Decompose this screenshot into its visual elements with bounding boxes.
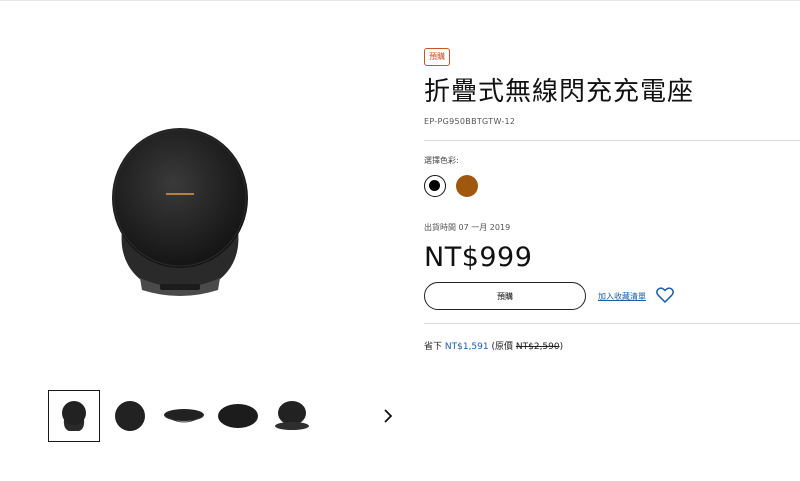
section-divider xyxy=(424,140,800,141)
top-divider xyxy=(0,0,800,1)
color-label: 選擇色彩: xyxy=(424,156,459,165)
section-divider xyxy=(424,323,800,324)
original-price-prefix: (原價 xyxy=(491,342,514,352)
heart-icon[interactable] xyxy=(656,287,674,303)
thumbnail-image xyxy=(218,404,258,428)
thumbnail-image xyxy=(62,401,86,431)
color-swatch-brown[interactable] xyxy=(456,175,478,197)
thumbnail-5[interactable] xyxy=(266,390,318,442)
add-to-wishlist-link[interactable]: 加入收藏清單 xyxy=(598,291,646,302)
color-swatch-black[interactable] xyxy=(424,175,446,197)
thumbnail-image xyxy=(275,401,309,430)
savings-info: 省下 NT$1,591 (原價 NT$2,590) xyxy=(424,339,563,352)
thumbnail-image xyxy=(115,401,145,431)
original-price: NT$2,590 xyxy=(515,342,560,352)
gallery-next-button[interactable] xyxy=(381,406,395,426)
thumbnail-1[interactable] xyxy=(48,390,100,442)
thumbnail-3[interactable] xyxy=(158,390,210,442)
product-title: 折疊式無線閃充充電座 xyxy=(424,77,695,107)
thumbnail-4[interactable] xyxy=(212,390,264,442)
thumbnail-image xyxy=(164,409,204,423)
savings-amount: NT$1,591 xyxy=(444,342,489,352)
preorder-button[interactable]: 預購 xyxy=(424,282,586,310)
thumbnail-2[interactable] xyxy=(104,390,156,442)
original-price-suffix: ) xyxy=(559,342,564,352)
product-sku: EP-PG950BBTGTW-12 xyxy=(424,117,516,126)
savings-prefix: 省下 xyxy=(424,342,443,352)
preorder-badge: 預購 xyxy=(424,48,450,66)
product-price: NT$999 xyxy=(424,242,533,273)
release-date: 出貨時間 07 一月 2019 xyxy=(424,223,511,232)
product-main-image xyxy=(112,128,248,296)
chevron-right-icon xyxy=(384,409,393,423)
